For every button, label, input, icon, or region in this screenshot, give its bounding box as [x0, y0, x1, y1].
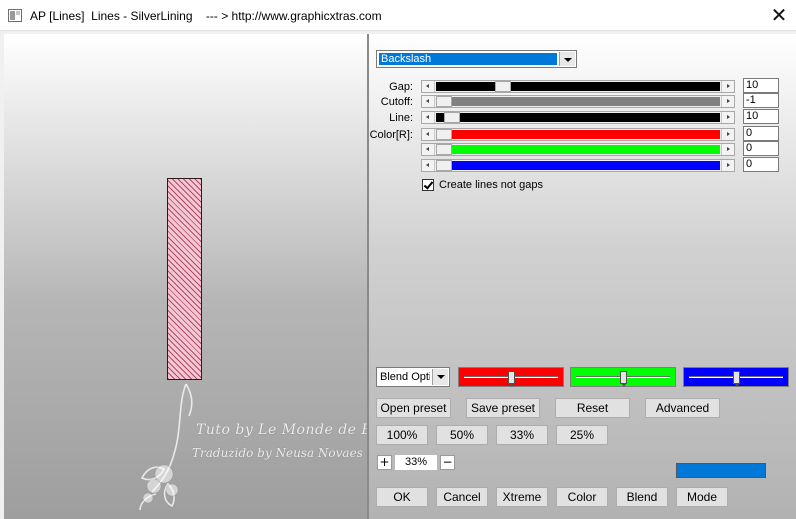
param-label: Cutoff:: [380, 96, 413, 108]
param-slider[interactable]: [421, 95, 735, 108]
param-value-input[interactable]: -1: [743, 93, 779, 108]
param-value-input[interactable]: 0: [743, 126, 779, 141]
arrow-left-icon[interactable]: [422, 144, 435, 155]
open-preset-button[interactable]: Open preset: [376, 398, 451, 418]
zoom-50-button[interactable]: 50%: [436, 425, 488, 445]
window-app-icon: [8, 9, 22, 22]
slider-thumb[interactable]: [444, 112, 460, 123]
zoom-33-button[interactable]: 33%: [496, 425, 548, 445]
arrow-right-icon[interactable]: [721, 160, 734, 171]
blend-slider-green[interactable]: [570, 367, 676, 387]
chevron-down-icon[interactable]: [432, 369, 448, 385]
arrow-left-icon[interactable]: [422, 160, 435, 171]
watermark-flower-icon: [139, 383, 193, 511]
arrow-right-icon[interactable]: [721, 81, 734, 92]
param-slider[interactable]: [421, 80, 735, 93]
param-label: Gap:: [389, 81, 413, 93]
arrow-left-icon[interactable]: [422, 129, 435, 140]
controls-panel: Backslash Gap: 10 Cutoff: -1 Line: 10 Color[R]…: [369, 34, 796, 519]
color-button[interactable]: Color: [556, 487, 608, 507]
arrow-right-icon[interactable]: [721, 144, 734, 155]
slider-thumb[interactable]: [436, 129, 452, 140]
zoom-level: 33%: [395, 455, 437, 470]
watermark-line-2: Traduzido by Neusa Novaes: [192, 446, 363, 460]
zoom-25-button[interactable]: 25%: [556, 425, 608, 445]
param-label: Line:: [389, 112, 413, 124]
slider-thumb[interactable]: [508, 371, 515, 387]
chevron-down-icon[interactable]: [559, 52, 575, 66]
blend-button[interactable]: Blend: [616, 487, 668, 507]
blend-slider-blue[interactable]: [683, 367, 789, 387]
slider-thumb[interactable]: [436, 96, 452, 107]
slider-thumb[interactable]: [436, 144, 452, 155]
reset-button[interactable]: Reset: [555, 398, 630, 418]
preview-image: [167, 178, 202, 380]
save-preset-button[interactable]: Save preset: [466, 398, 540, 418]
ok-button[interactable]: OK: [376, 487, 428, 507]
param-value-input[interactable]: 10: [743, 109, 779, 124]
advanced-button[interactable]: Advanced: [645, 398, 720, 418]
create-lines-checkbox[interactable]: [422, 179, 434, 191]
param-value-input[interactable]: 0: [743, 141, 779, 156]
param-value-input[interactable]: 10: [743, 78, 779, 93]
param-label: Color[R]:: [369, 129, 413, 141]
zoom-100-button[interactable]: 100%: [376, 425, 428, 445]
blend-options-dropdown[interactable]: Blend Optio: [376, 367, 450, 387]
cancel-button[interactable]: Cancel: [436, 487, 488, 507]
arrow-left-icon[interactable]: [422, 96, 435, 107]
zoom-in-button[interactable]: +: [377, 455, 392, 470]
param-slider[interactable]: [421, 159, 735, 172]
slider-track[interactable]: [436, 160, 720, 171]
arrow-left-icon[interactable]: [422, 112, 435, 123]
slider-track[interactable]: [436, 81, 720, 92]
param-slider[interactable]: [421, 111, 735, 124]
arrow-left-icon[interactable]: [422, 81, 435, 92]
create-lines-label: Create lines not gaps: [439, 179, 543, 191]
watermark: Tuto by Le Monde de Bea Traduzido by Neu…: [134, 374, 389, 514]
slider-thumb[interactable]: [733, 371, 740, 387]
blend-slider-red[interactable]: [458, 367, 564, 387]
blend-options-selected: Blend Optio: [380, 371, 430, 383]
xtreme-button[interactable]: Xtreme: [496, 487, 548, 507]
param-slider[interactable]: [421, 143, 735, 156]
slider-track[interactable]: [436, 144, 720, 155]
slider-thumb[interactable]: [620, 371, 627, 387]
title-bar: AP [Lines] Lines - SilverLining --- > ht…: [0, 0, 796, 31]
arrow-right-icon[interactable]: [721, 96, 734, 107]
watermark-line-1: Tuto by Le Monde de Bea: [196, 422, 390, 438]
param-value-input[interactable]: 0: [743, 157, 779, 172]
slider-track[interactable]: [436, 96, 720, 107]
arrow-right-icon[interactable]: [721, 129, 734, 140]
slider-thumb[interactable]: [495, 81, 511, 92]
pattern-selected: Backslash: [379, 53, 557, 65]
zoom-out-button[interactable]: −: [440, 455, 455, 470]
param-slider[interactable]: [421, 128, 735, 141]
slider-track[interactable]: [436, 112, 720, 123]
close-icon[interactable]: ✕: [762, 0, 796, 31]
slider-track[interactable]: [436, 129, 720, 140]
arrow-right-icon[interactable]: [721, 112, 734, 123]
slider-thumb[interactable]: [436, 160, 452, 171]
pattern-dropdown[interactable]: Backslash: [376, 50, 577, 68]
mode-button[interactable]: Mode: [676, 487, 728, 507]
window-title: AP [Lines] Lines - SilverLining --- > ht…: [30, 9, 382, 23]
color-swatch[interactable]: [676, 463, 766, 478]
preview-canvas[interactable]: Tuto by Le Monde de Bea Traduzido by Neu…: [4, 34, 389, 519]
